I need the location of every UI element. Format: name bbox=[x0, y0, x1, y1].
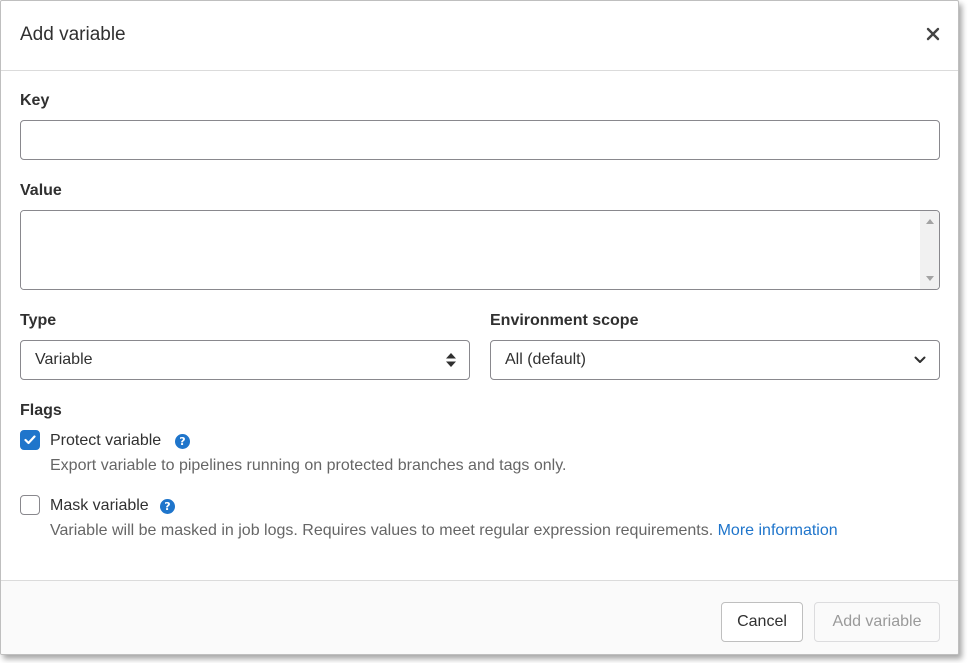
flags-label: Flags bbox=[20, 402, 62, 419]
question-circle-icon[interactable]: ? bbox=[175, 434, 190, 449]
close-button[interactable] bbox=[922, 23, 944, 45]
sort-arrows-icon bbox=[446, 353, 456, 367]
protect-variable-description: Export variable to pipelines running on … bbox=[50, 457, 567, 474]
type-select[interactable]: Variable bbox=[20, 340, 470, 380]
mask-variable-checkbox[interactable] bbox=[20, 495, 40, 515]
check-icon bbox=[24, 435, 36, 445]
key-label: Key bbox=[20, 92, 50, 109]
add-variable-modal: Add variable Key Value Type Variable Env… bbox=[0, 0, 959, 655]
modal-title: Add variable bbox=[20, 24, 126, 45]
modal-header: Add variable bbox=[1, 1, 958, 71]
type-label: Type bbox=[20, 312, 57, 329]
mask-variable-description-text: Variable will be masked in job logs. Req… bbox=[50, 522, 714, 539]
value-scrollbar[interactable] bbox=[920, 211, 939, 289]
chevron-down-icon bbox=[914, 355, 926, 365]
environment-scope-value: All (default) bbox=[505, 351, 586, 368]
add-variable-button[interactable]: Add variable bbox=[814, 602, 940, 642]
value-textarea[interactable] bbox=[21, 211, 920, 289]
type-select-value: Variable bbox=[35, 351, 93, 368]
value-textarea-container bbox=[20, 210, 940, 290]
protect-variable-label: Protect variable bbox=[50, 432, 162, 449]
scroll-up-arrow-icon[interactable] bbox=[926, 219, 934, 224]
question-circle-icon[interactable]: ? bbox=[160, 499, 175, 514]
value-label: Value bbox=[20, 182, 62, 199]
scroll-down-arrow-icon[interactable] bbox=[926, 276, 934, 281]
key-input[interactable] bbox=[20, 120, 940, 160]
close-icon bbox=[926, 27, 940, 41]
modal-footer: Cancel Add variable bbox=[1, 580, 958, 654]
environment-scope-dropdown[interactable]: All (default) bbox=[490, 340, 940, 380]
mask-variable-label: Mask variable bbox=[50, 497, 149, 514]
protect-variable-checkbox[interactable] bbox=[20, 430, 40, 450]
mask-variable-description: Variable will be masked in job logs. Req… bbox=[50, 522, 838, 540]
more-information-link[interactable]: More information bbox=[718, 522, 838, 539]
cancel-button[interactable]: Cancel bbox=[721, 602, 803, 642]
environment-scope-label: Environment scope bbox=[490, 312, 639, 329]
